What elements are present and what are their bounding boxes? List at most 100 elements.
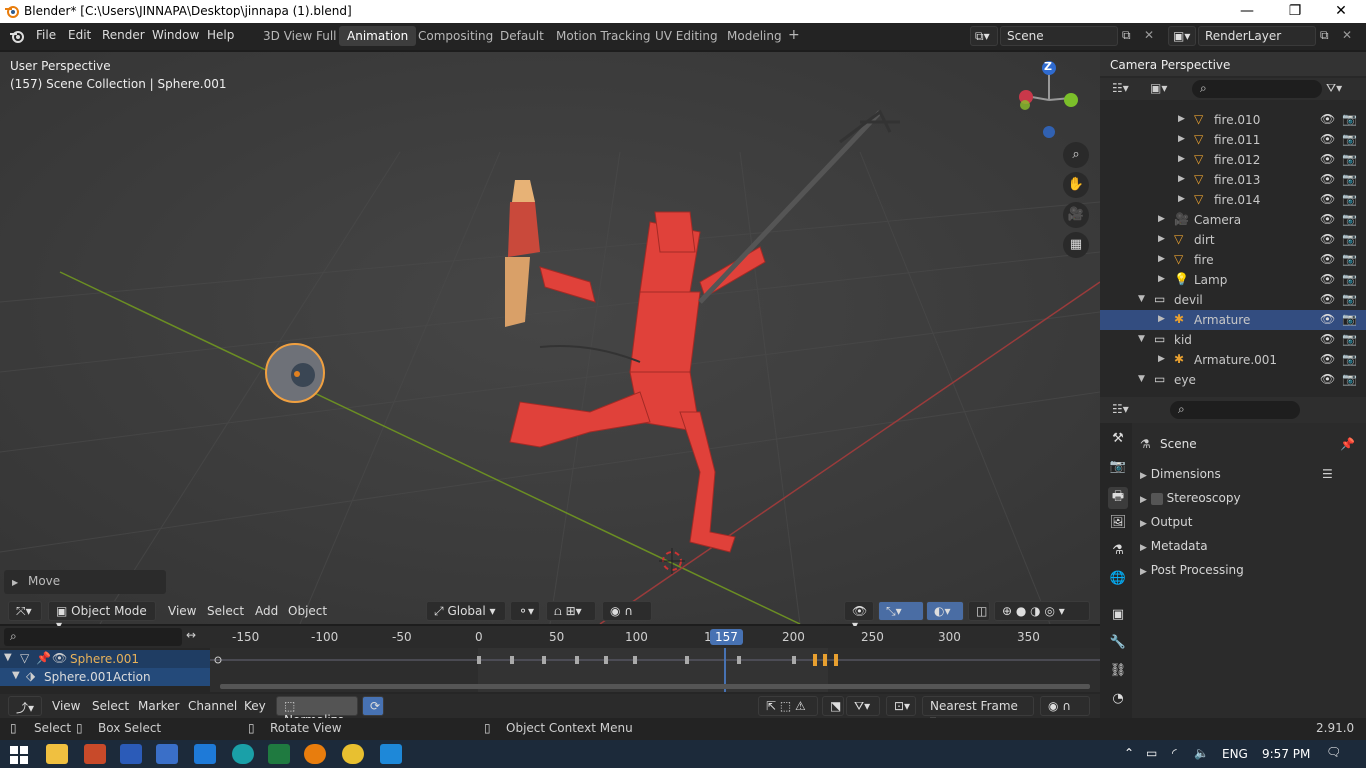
eye-icon[interactable]: 👁 <box>1320 172 1335 186</box>
pivot-select[interactable]: ⚬▾ <box>510 601 540 621</box>
menu-render[interactable]: Render <box>102 28 145 42</box>
outliner-row[interactable]: ▶ ▽ dirt 👁 📷 <box>1100 230 1366 250</box>
expand-arrow-icon[interactable]: ▶ <box>1158 314 1165 324</box>
gizmo-toggle[interactable]: ⤡▾ <box>878 601 924 621</box>
properties-editor-type-icon[interactable]: ☷▾ <box>1112 402 1129 416</box>
render-camera-icon[interactable]: 📷 <box>1342 292 1357 306</box>
channel-sphere[interactable]: ▼ ▽ 📌 👁 Sphere.001 <box>0 650 210 668</box>
tl-menu-view[interactable]: View <box>52 699 80 713</box>
battery-icon[interactable]: ▭ <box>1146 746 1157 760</box>
outliner-row[interactable]: ▼ ▭ devil 👁 📷 <box>1100 290 1366 310</box>
constraint-tab-icon[interactable]: ⛓ <box>1108 663 1128 685</box>
eye-icon[interactable]: 👁 <box>52 651 67 665</box>
eye-icon[interactable]: 👁 <box>1320 292 1335 306</box>
render-camera-icon[interactable]: 📷 <box>1342 272 1357 286</box>
outliner-row[interactable]: ▶ ▽ fire.011 👁 📷 <box>1100 130 1366 150</box>
filter-icon[interactable]: ⛛▾ <box>1326 81 1342 96</box>
tool-tab-icon[interactable]: ⚒ <box>1108 431 1128 453</box>
stereoscopy-checkbox[interactable] <box>1150 492 1163 505</box>
panel-post-processing[interactable]: ▶ Post Processing <box>1140 563 1244 577</box>
excel-icon[interactable] <box>268 744 290 764</box>
eye-icon[interactable]: 👁 <box>1320 252 1335 266</box>
eye-icon[interactable]: 👁 <box>1320 272 1335 286</box>
outliner-row[interactable]: ▶ 💡 Lamp 👁 📷 <box>1100 270 1366 290</box>
menu-edit[interactable]: Edit <box>68 28 91 42</box>
delete-renderlayer-icon[interactable]: ✕ <box>1342 28 1352 42</box>
eye-icon[interactable]: 👁 <box>1320 132 1335 146</box>
eye-icon[interactable]: 👁 <box>1320 372 1335 386</box>
keyframe-area[interactable] <box>210 648 1100 692</box>
notifications-icon[interactable]: 🗨 <box>1326 745 1341 759</box>
render-camera-icon[interactable]: 📷 <box>1342 352 1357 366</box>
ortho-grid-icon[interactable]: ▦ <box>1063 232 1089 258</box>
panel-stereoscopy[interactable]: ▶ Stereoscopy <box>1140 491 1241 505</box>
outliner-row[interactable]: ▶ 🎥 Camera 👁 📷 <box>1100 210 1366 230</box>
tab-uv-editing[interactable]: UV Editing <box>647 26 726 46</box>
overlays-toggle[interactable]: ◐▾ <box>926 601 964 621</box>
tab-modeling[interactable]: Modeling <box>719 26 790 46</box>
tab-compositing[interactable]: Compositing <box>410 26 501 46</box>
clock[interactable]: 9:57 PM <box>1262 747 1310 761</box>
powerpoint-icon[interactable] <box>84 744 106 764</box>
volume-icon[interactable]: 🔈 <box>1194 746 1209 760</box>
teams-icon[interactable] <box>380 744 402 764</box>
delete-scene-icon[interactable]: ✕ <box>1144 28 1154 42</box>
scene-tab-icon[interactable]: ⚗ <box>1108 543 1128 565</box>
expand-arrow-icon[interactable]: ▶ <box>1178 134 1185 144</box>
eye-icon[interactable]: 👁 <box>1320 332 1335 346</box>
expand-arrow-icon[interactable]: ▼ <box>1138 334 1145 344</box>
add-workspace-button[interactable]: + <box>782 26 806 46</box>
display-mode-icon[interactable]: ☷▾ <box>1112 81 1129 95</box>
vp-menu-select[interactable]: Select <box>207 604 244 618</box>
transform-orientation-select[interactable]: ⤢ Global ▾ <box>426 601 506 621</box>
normalize-toggle[interactable]: ⬚ Normalize <box>276 696 358 727</box>
tab-animation[interactable]: Animation <box>339 26 417 46</box>
view-layer-tab-icon[interactable]: 🖼 <box>1108 515 1128 537</box>
expand-arrow-icon[interactable]: ▶ <box>1178 174 1185 184</box>
object-tab-icon[interactable]: ▣ <box>1108 607 1128 629</box>
swap-icon[interactable]: ↔ <box>186 628 196 642</box>
tl-menu-marker[interactable]: Marker <box>138 699 179 713</box>
current-frame-indicator[interactable]: 157 <box>710 629 743 645</box>
copy-scene-icon[interactable]: ⧉ <box>1122 28 1131 43</box>
render-camera-icon[interactable]: 📷 <box>1342 152 1357 166</box>
timeline-editor[interactable]: ⌕ ↔ -150 -100 -50 0 50 100 1 157 200 250… <box>0 626 1100 727</box>
render-camera-icon[interactable]: 📷 <box>1342 252 1357 266</box>
language-indicator[interactable]: ENG <box>1222 747 1248 761</box>
expand-arrow-icon[interactable]: ▼ <box>1138 294 1145 304</box>
collapse-arrow-icon[interactable]: ▼ <box>4 652 12 663</box>
expand-arrow-icon[interactable]: ▶ <box>1158 254 1165 264</box>
render-tab-icon[interactable]: 📷 <box>1108 459 1128 481</box>
vp-menu-view[interactable]: View <box>168 604 196 618</box>
mail-icon[interactable] <box>194 744 216 764</box>
expand-arrow-icon[interactable]: ▶ <box>1158 234 1165 244</box>
collapse-arrow-icon[interactable]: ▼ <box>12 670 20 681</box>
presets-icon[interactable]: ☰ <box>1322 467 1333 481</box>
tab-default[interactable]: Default <box>492 26 552 46</box>
expand-arrow-icon[interactable]: ▶ <box>1158 274 1165 284</box>
expand-arrow-icon[interactable]: ▶ <box>1178 154 1185 164</box>
close-button[interactable]: ✕ <box>1318 0 1364 23</box>
outliner-row[interactable]: ▶ ▽ fire.010 👁 📷 <box>1100 110 1366 130</box>
data-tab-icon[interactable]: ◔ <box>1108 691 1128 713</box>
expand-arrow-icon[interactable]: ▼ <box>1138 374 1145 384</box>
edge-icon[interactable] <box>232 744 254 764</box>
visibility-select[interactable]: 👁▾ <box>844 601 874 632</box>
normalize-refresh-button[interactable]: ⟳ <box>362 696 384 716</box>
word-icon[interactable] <box>120 744 142 764</box>
menu-window[interactable]: Window <box>152 28 199 42</box>
minimize-button[interactable]: — <box>1224 0 1270 23</box>
outliner-row[interactable]: ▼ ▭ eye 👁 📷 <box>1100 370 1366 390</box>
blender-menu-icon[interactable] <box>8 27 26 45</box>
world-tab-icon[interactable]: 🌐 <box>1108 571 1128 593</box>
wifi-icon[interactable]: ◜ <box>1172 746 1177 760</box>
render-camera-icon[interactable]: 📷 <box>1342 312 1357 326</box>
panel-metadata[interactable]: ▶ Metadata <box>1140 539 1208 553</box>
snap-mode-select[interactable]: Nearest Frame ▾ <box>922 696 1034 727</box>
outliner-row[interactable]: ▶ ▽ fire.014 👁 📷 <box>1100 190 1366 210</box>
tl-menu-key[interactable]: Key <box>244 699 266 713</box>
eye-icon[interactable]: 👁 <box>1320 212 1335 226</box>
vp-menu-add[interactable]: Add <box>255 604 278 618</box>
proportional-toggle[interactable]: ⬔ <box>822 696 844 716</box>
properties-search-input[interactable]: ⌕ <box>1170 401 1300 419</box>
